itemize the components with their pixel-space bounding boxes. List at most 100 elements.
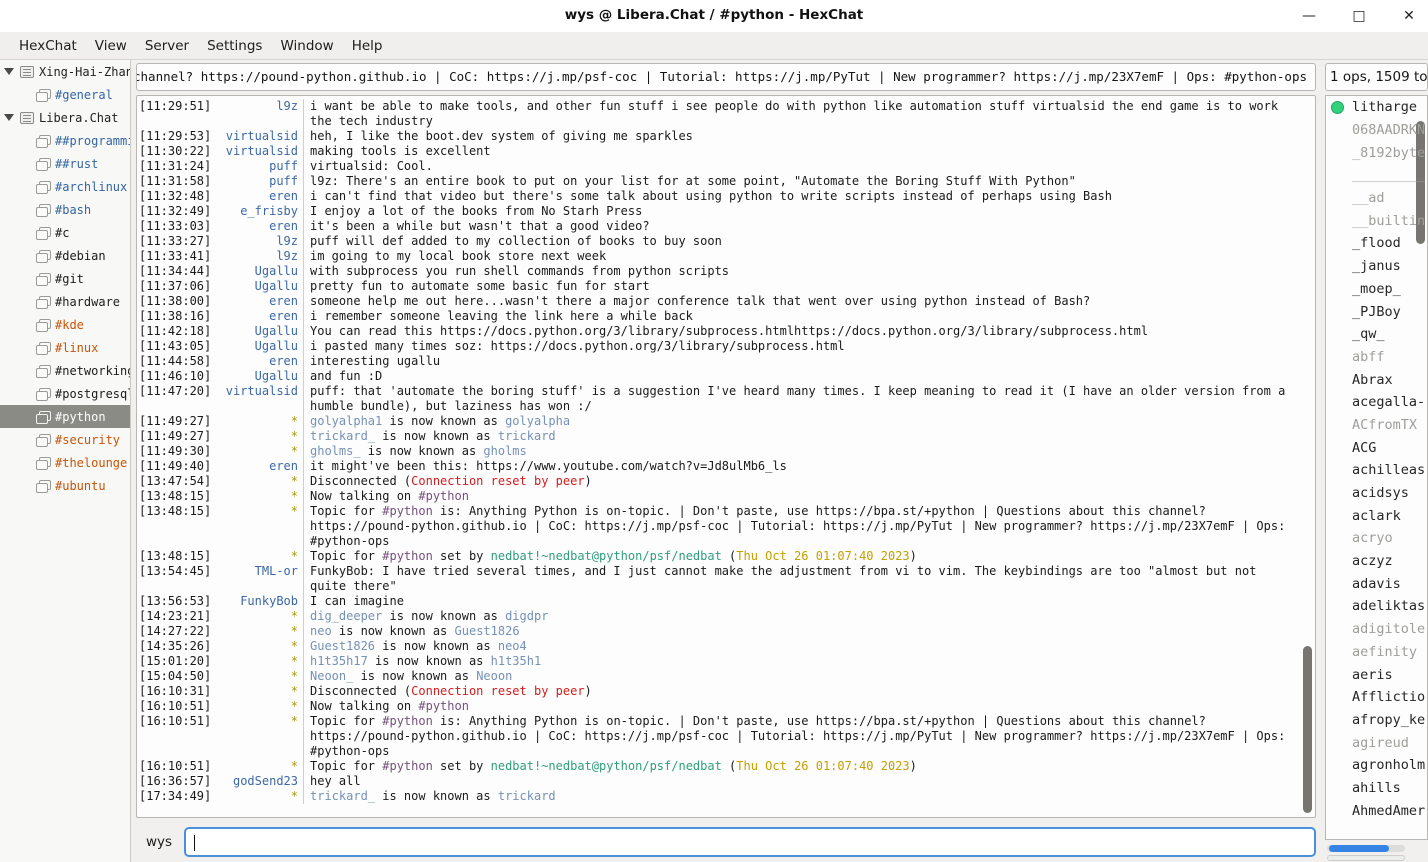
chat-message-row: [14:35:26]*Guest1826 is now known as neo… (139, 639, 1299, 654)
userlist-hscrollbar-thumb[interactable] (1329, 845, 1389, 852)
user-list-item[interactable]: acryo (1326, 527, 1427, 550)
user-list-item[interactable]: aclark (1326, 504, 1427, 527)
user-list-item[interactable]: abff (1326, 346, 1427, 369)
message-nick: virtualsid (213, 129, 303, 144)
user-nick: adavis (1352, 576, 1401, 592)
sidebar-item-networking[interactable]: #networking (0, 359, 130, 382)
channel-name: #networking (55, 364, 130, 378)
menu-item-hexchat[interactable]: HexChat (10, 34, 86, 58)
user-list-item[interactable]: achilleas (1326, 459, 1427, 482)
tree-server-row[interactable]: Xing-Hai-Zhan (0, 60, 130, 83)
tree-server-row[interactable]: Libera.Chat (0, 106, 130, 129)
user-list-item[interactable]: acidsys (1326, 482, 1427, 505)
sidebar-item-ubuntu[interactable]: #ubuntu (0, 474, 130, 497)
sidebar-item-hardware[interactable]: #hardware (0, 290, 130, 313)
sidebar-item-kde[interactable]: #kde (0, 313, 130, 336)
chat-area[interactable]: [11:29:51]l9zi want be able to make tool… (136, 95, 1316, 818)
message-text: Topic for #python set by nedbat!~nedbat@… (303, 549, 1299, 564)
chat-message-row: [11:31:58]puffl9z: There's an entire boo… (139, 174, 1299, 189)
sidebar-item-archlinux[interactable]: #archlinux (0, 175, 130, 198)
user-list-item[interactable]: _flood (1326, 232, 1427, 255)
menu-item-window[interactable]: Window (271, 34, 342, 58)
chat-message-row: [13:54:45]TML-orFunkyBob: I have tried s… (139, 564, 1299, 594)
user-list-item[interactable]: ahills (1326, 777, 1427, 800)
user-list-item[interactable]: afropy_ke (1326, 709, 1427, 732)
event-marker: * (213, 429, 303, 444)
user-nick: ACG (1352, 440, 1376, 456)
user-list-item[interactable]: _________ (1326, 164, 1427, 187)
user-list-item[interactable]: aczyz (1326, 550, 1427, 573)
sidebar-item-programming[interactable]: ##programming (0, 129, 130, 152)
user-list-item[interactable]: _PJBoy (1326, 300, 1427, 323)
message-input[interactable] (184, 827, 1316, 857)
chat-message-row: [11:29:51]l9zi want be able to make tool… (139, 99, 1299, 129)
chat-scrollbar[interactable] (1303, 646, 1312, 813)
user-list-item[interactable]: __builtin (1326, 209, 1427, 232)
channel-name: #kde (55, 318, 84, 332)
event-marker: * (213, 789, 303, 804)
message-timestamp: [11:49:40] (139, 459, 213, 474)
sidebar-item-postgresql[interactable]: #postgresql (0, 382, 130, 405)
user-list-item[interactable]: _janus (1326, 255, 1427, 278)
sidebar-item-debian[interactable]: #debian (0, 244, 130, 267)
sidebar-item-rust[interactable]: ##rust (0, 152, 130, 175)
expander-icon[interactable] (4, 68, 14, 75)
message-text: puff: that 'automate the boring stuff' i… (303, 384, 1299, 414)
user-list-item[interactable]: AhmedAmer (1326, 799, 1427, 822)
user-list-item[interactable]: __ad (1326, 187, 1427, 210)
user-list-item[interactable]: Abrax (1326, 368, 1427, 391)
user-list-item[interactable]: aefinity (1326, 641, 1427, 664)
user-list-item[interactable]: adeliktas (1326, 595, 1427, 618)
message-timestamp: [11:46:10] (139, 369, 213, 384)
server-name: Xing-Hai-Zhan (39, 65, 130, 79)
sidebar-item-git[interactable]: #git (0, 267, 130, 290)
message-text: h1t35h17 is now known as h1t35h1 (303, 654, 1299, 669)
user-list-item[interactable]: adigitole (1326, 618, 1427, 641)
message-text: Now talking on #python (303, 699, 1299, 714)
chat-message-row: [11:32:49]e_frisbyI enjoy a lot of the b… (139, 204, 1299, 219)
sidebar-item-thelounge[interactable]: #thelounge (0, 451, 130, 474)
user-list-item[interactable]: 068AADRKN (1326, 119, 1427, 142)
event-marker: * (213, 669, 303, 684)
channel-name: #python (55, 410, 106, 424)
user-list-item[interactable]: litharge (1326, 96, 1427, 119)
user-list-item[interactable]: agronholm (1326, 754, 1427, 777)
menu-item-view[interactable]: View (86, 34, 136, 58)
channel-name: #hardware (55, 295, 120, 309)
topic-bar[interactable]: about this channel? https://pound-python… (136, 63, 1316, 91)
chat-message-row: [17:34:49]*trickard_ is now known as tri… (139, 789, 1299, 804)
chat-message-row: [11:32:48]ereni can't find that video bu… (139, 189, 1299, 204)
user-list-item[interactable]: adavis (1326, 572, 1427, 595)
user-list-item[interactable]: _moep_ (1326, 278, 1427, 301)
menu-item-settings[interactable]: Settings (198, 34, 271, 58)
sidebar-item-c[interactable]: #c (0, 221, 130, 244)
sidebar-item-python[interactable]: #python (0, 405, 130, 428)
message-text: gholms_ is now known as gholms (303, 444, 1299, 459)
message-text: Now talking on #python (303, 489, 1299, 504)
maximize-icon[interactable]: □ (1348, 5, 1370, 27)
userlist-hscrollbar[interactable] (1327, 845, 1405, 852)
user-list-item[interactable]: ACfromTX (1326, 414, 1427, 437)
sidebar-item-linux[interactable]: #linux (0, 336, 130, 359)
user-list-item[interactable]: Afflictio (1326, 686, 1427, 709)
channel-icon (36, 181, 49, 192)
user-list-item[interactable]: _qw_ (1326, 323, 1427, 346)
minimize-icon[interactable]: — (1298, 5, 1320, 27)
menu-item-server[interactable]: Server (136, 34, 198, 58)
user-list-item[interactable]: agireud (1326, 731, 1427, 754)
close-icon[interactable]: ✕ (1398, 5, 1420, 27)
sidebar-item-general[interactable]: #general (0, 83, 130, 106)
sidebar-item-security[interactable]: #security (0, 428, 130, 451)
message-text: trickard_ is now known as trickard (303, 429, 1299, 444)
expander-icon[interactable] (4, 114, 14, 121)
sidebar-item-bash[interactable]: #bash (0, 198, 130, 221)
user-list-item[interactable]: aeris (1326, 663, 1427, 686)
message-timestamp: [11:49:30] (139, 444, 213, 459)
chat-message-row: [11:33:27]l9zpuff will def added to my c… (139, 234, 1299, 249)
user-list-item[interactable]: ACG (1326, 436, 1427, 459)
message-text: it's been a while but wasn't that a good… (303, 219, 1299, 234)
event-marker: * (213, 549, 303, 564)
user-list-item[interactable]: _8192byte (1326, 141, 1427, 164)
menu-item-help[interactable]: Help (343, 34, 392, 58)
user-list-item[interactable]: acegalla- (1326, 391, 1427, 414)
